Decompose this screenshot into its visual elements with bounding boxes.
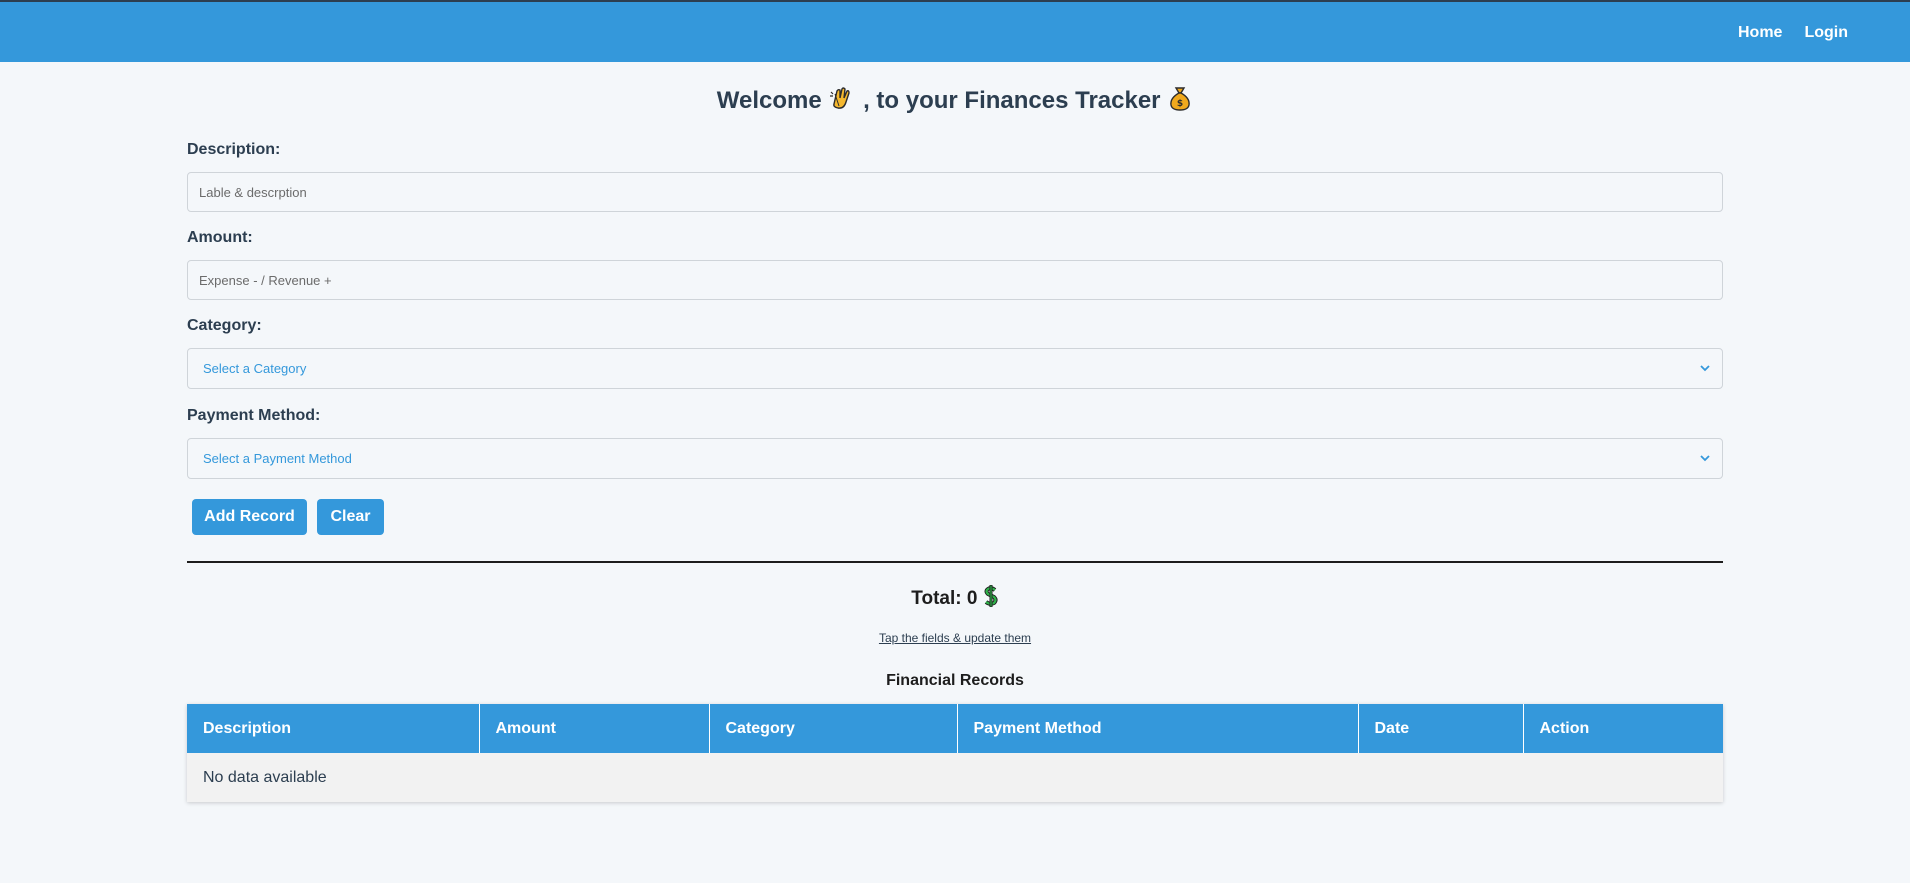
records-title: Financial Records	[886, 672, 1024, 689]
category-selected-value: Select a Category	[203, 361, 307, 376]
top-navbar: Home Login	[0, 0, 1910, 62]
payment-method-selected-value: Select a Payment Method	[203, 451, 352, 466]
page-title: Welcome , to your Finances Tracker $	[0, 84, 1910, 119]
column-header-action: Action	[1523, 704, 1723, 753]
clapping-hands-icon	[828, 84, 856, 119]
category-select[interactable]: Select a Category	[187, 348, 1723, 389]
clear-button[interactable]: Clear	[317, 499, 384, 535]
column-header-date: Date	[1358, 704, 1524, 753]
add-record-button[interactable]: Add Record	[192, 499, 307, 535]
records-table: Description Amount Category Payment Meth…	[187, 704, 1723, 802]
total-display: Total: 0	[0, 584, 1910, 614]
svg-text:$: $	[1177, 99, 1183, 109]
update-hint-link[interactable]: Tap the fields & update them	[0, 631, 1910, 645]
chevron-down-icon	[1700, 365, 1710, 372]
column-header-category: Category	[709, 704, 958, 753]
column-header-amount: Amount	[479, 704, 710, 753]
empty-table-message: No data available	[187, 753, 1723, 802]
amount-input[interactable]	[187, 260, 1723, 300]
payment-method-label: Payment Method:	[187, 407, 321, 424]
nav-login-link[interactable]: Login	[1804, 24, 1848, 42]
section-divider	[187, 561, 1723, 563]
dollar-icon	[983, 584, 999, 614]
nav-home-link[interactable]: Home	[1738, 24, 1782, 42]
description-input[interactable]	[187, 172, 1723, 212]
payment-method-select[interactable]: Select a Payment Method	[187, 438, 1723, 479]
total-label: Total: 0	[911, 588, 978, 610]
money-bag-icon: $	[1167, 84, 1193, 119]
table-header-row: Description Amount Category Payment Meth…	[187, 704, 1723, 753]
category-label: Category:	[187, 317, 262, 334]
title-tracker: , to your Finances Tracker	[863, 86, 1161, 114]
table-row: No data available	[187, 753, 1723, 802]
column-header-description: Description	[187, 704, 480, 753]
description-label: Description:	[187, 141, 281, 158]
chevron-down-icon	[1700, 455, 1710, 462]
column-header-payment-method: Payment Method	[957, 704, 1359, 753]
title-welcome: Welcome	[716, 86, 822, 114]
amount-label: Amount:	[187, 229, 253, 246]
nav-links: Home Login	[1738, 2, 1848, 64]
